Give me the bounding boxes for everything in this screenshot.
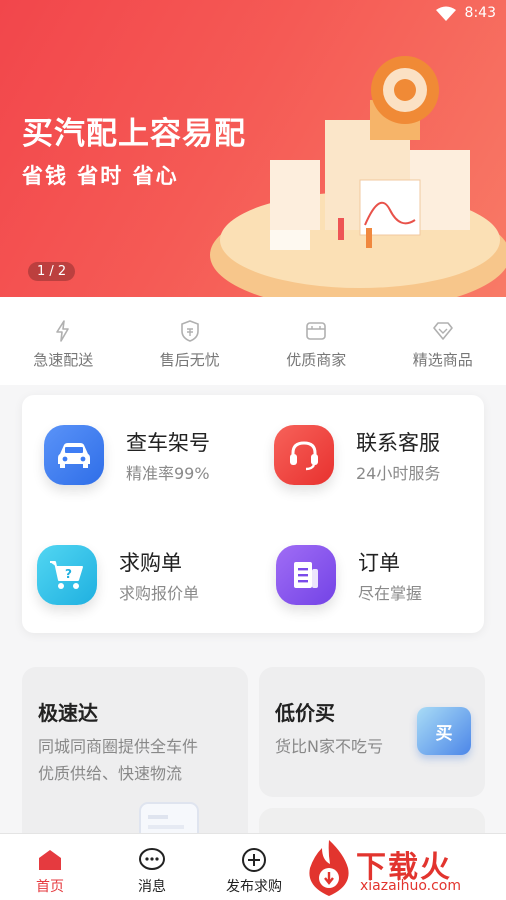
feature-fast-delivery: 急速配送: [0, 297, 127, 385]
service-orders[interactable]: 订单 尽在掌握: [276, 545, 422, 605]
cart-icon: ?: [37, 545, 97, 605]
card-desc-line: 优质供给、快速物流: [38, 764, 183, 783]
banner-subtitle: 省钱 省时 省心: [22, 164, 179, 188]
banner-carousel[interactable]: 8:43 买汽配上容易配 省钱 省时 省心 1 / 2: [0, 0, 506, 297]
flame-logo-icon: [309, 840, 349, 896]
plus-circle-icon: [242, 848, 266, 872]
card-desc: 同城同商圈提供全车件 优质供给、快速物流: [38, 733, 198, 787]
banner-illustration: [210, 56, 506, 297]
tab-messages[interactable]: 消息: [102, 848, 202, 896]
card-title: 极速达: [38, 701, 98, 725]
service-title: 查车架号: [126, 430, 210, 455]
tab-home[interactable]: 首页: [0, 848, 100, 896]
service-title: 求购单: [119, 550, 182, 575]
status-bar: 8:43: [0, 0, 506, 28]
car-icon: [44, 425, 104, 485]
tab-label: 发布求购: [226, 879, 282, 895]
service-customer-support[interactable]: 联系客服 24小时服务: [274, 425, 440, 485]
service-desc: 求购报价单: [119, 583, 200, 603]
service-purchase-request[interactable]: ? 求购单 求购报价单: [37, 545, 199, 605]
service-vin-lookup[interactable]: 查车架号 精准率99%: [44, 425, 210, 485]
watermark-logo: 下载火 xiazaihuo.com: [294, 836, 506, 900]
status-time: 8:43: [464, 5, 496, 21]
feature-label: 售后无忧: [159, 351, 220, 369]
service-title: 联系客服: [356, 430, 440, 455]
feature-quality-merchant: 优质商家: [253, 297, 380, 385]
feature-label: 精选商品: [412, 351, 473, 369]
lightning-icon: [56, 320, 70, 342]
banner-title: 买汽配上容易配: [22, 116, 246, 152]
shop-icon: [306, 322, 327, 340]
tab-label: 消息: [138, 879, 166, 895]
feature-label: 急速配送: [33, 351, 94, 369]
services-card: 查车架号 精准率99% 联系客服 24小时服务 ? 求购单 求购报价单 订单 尽…: [22, 395, 484, 633]
card-low-price[interactable]: 低价买 货比N家不吃亏 买: [259, 667, 485, 797]
card-desc: 货比N家不吃亏: [275, 737, 383, 756]
shield-icon: [180, 320, 199, 342]
card-desc-line: 同城同商圈提供全车件: [38, 737, 199, 756]
service-desc: 24小时服务: [356, 463, 441, 483]
watermark-url: xiazaihuo.com: [360, 878, 461, 894]
service-title: 订单: [358, 550, 400, 575]
service-desc: 精准率99%: [126, 463, 210, 483]
buy-badge-icon: 买: [417, 707, 471, 755]
svg-text:?: ?: [65, 567, 72, 581]
banner-pager: 1 / 2: [28, 262, 76, 281]
feature-strip: 急速配送 售后无忧 优质商家 精选商品: [0, 297, 506, 385]
home-icon: [39, 850, 61, 870]
feature-selected-goods: 精选商品: [380, 297, 506, 385]
headset-icon: [274, 425, 334, 485]
message-icon: [139, 848, 165, 870]
card-title: 低价买: [275, 701, 335, 725]
feature-label: 优质商家: [286, 351, 347, 369]
diamond-icon: [432, 322, 453, 340]
buy-badge-text: 买: [435, 723, 453, 744]
tab-label: 首页: [36, 879, 64, 895]
order-icon: [276, 545, 336, 605]
tab-post-request[interactable]: 发布求购: [204, 848, 304, 896]
wifi-icon: [436, 6, 456, 21]
feature-after-sales: 售后无忧: [127, 297, 254, 385]
service-desc: 尽在掌握: [358, 583, 423, 603]
